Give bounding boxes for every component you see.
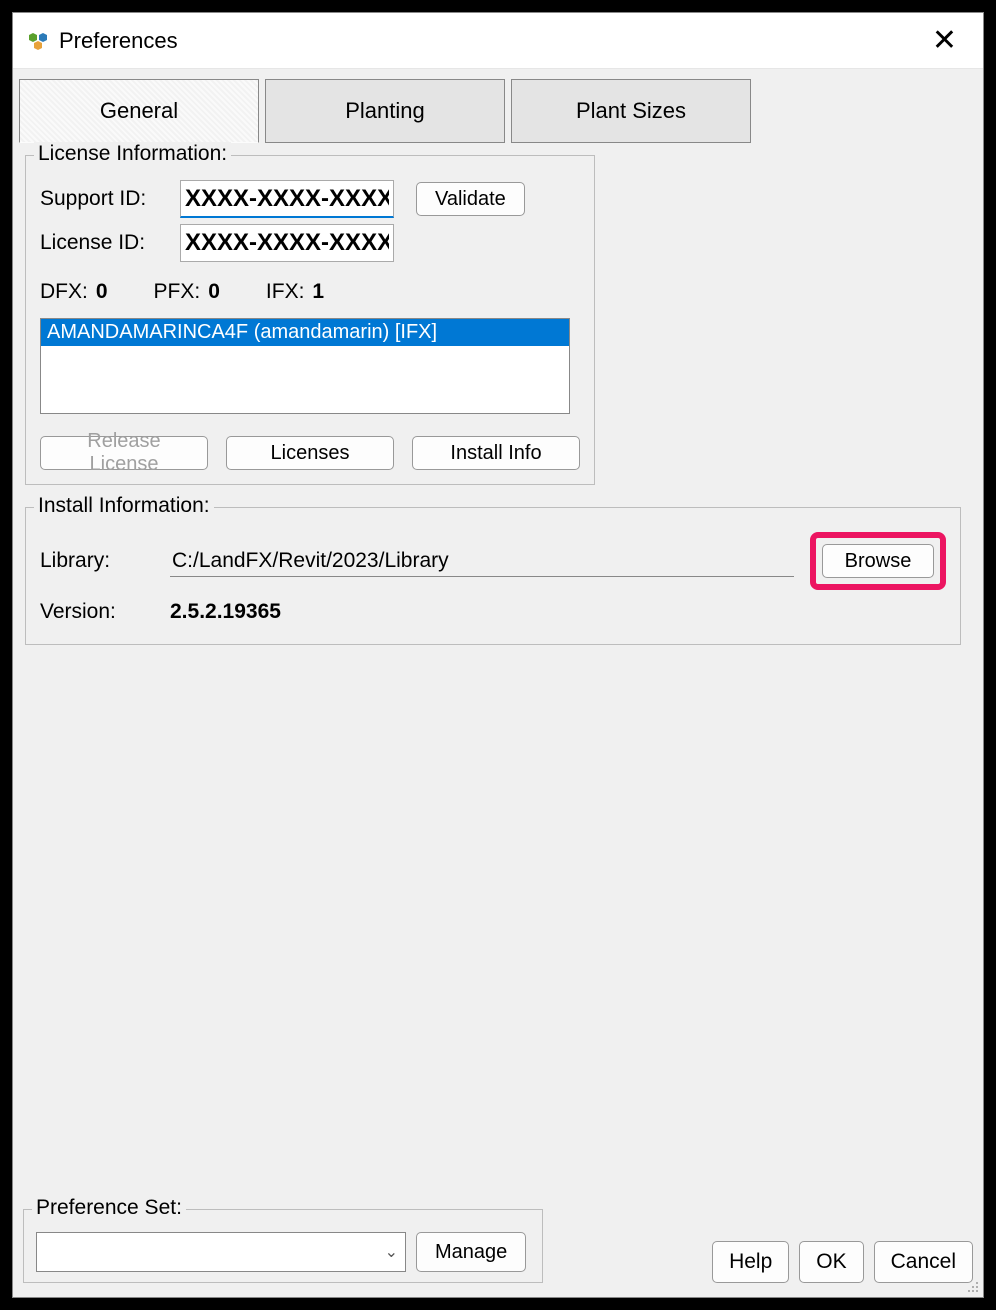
version-label: Version: [40,600,170,624]
resize-grip-icon[interactable] [965,1279,981,1295]
dfx-label: DFX: [40,280,88,303]
window-title: Preferences [59,28,178,54]
library-label: Library: [40,549,170,573]
preference-set-group: Preference Set: ⌄ Manage [23,1209,543,1283]
install-legend: Install Information: [34,494,214,518]
pfx-label: PFX: [154,280,201,303]
tab-general[interactable]: General [19,79,259,143]
preference-set-legend: Preference Set: [32,1196,186,1220]
install-info-button[interactable]: Install Info [412,436,580,470]
support-id-input[interactable] [180,180,394,218]
support-id-label: Support ID: [40,187,180,211]
preferences-window: Preferences ✕ General Planting Plant Siz… [12,12,984,1298]
tab-content: License Information: Support ID: Validat… [13,143,983,645]
license-id-input[interactable] [180,224,394,262]
library-path-input[interactable] [170,545,794,577]
manage-button[interactable]: Manage [416,1232,526,1272]
browse-highlight: Browse [810,532,946,590]
validate-button[interactable]: Validate [416,182,525,216]
help-button[interactable]: Help [712,1241,789,1283]
version-value: 2.5.2.19365 [170,600,281,624]
list-item[interactable]: AMANDAMARINCA4F (amandamarin) [IFX] [41,319,569,346]
tab-planting[interactable]: Planting [265,79,505,143]
bottom-bar: Preference Set: ⌄ Manage Help OK Cancel [23,1209,973,1283]
titlebar: Preferences ✕ [13,13,983,69]
dfx-value: 0 [96,280,108,303]
licenses-button[interactable]: Licenses [226,436,394,470]
browse-button[interactable]: Browse [822,544,934,578]
license-legend: License Information: [34,142,231,166]
close-icon[interactable]: ✕ [920,19,969,62]
ifx-label: IFX: [266,280,305,303]
release-license-button: Release License [40,436,208,470]
cancel-button[interactable]: Cancel [874,1241,973,1283]
ifx-value: 1 [312,280,324,303]
tab-strip: General Planting Plant Sizes [19,79,983,143]
app-icon [27,30,51,54]
preference-set-combo[interactable] [36,1232,406,1272]
license-info-group: License Information: Support ID: Validat… [25,155,595,485]
license-usage-list[interactable]: AMANDAMARINCA4F (amandamarin) [IFX] [40,318,570,414]
pfx-value: 0 [208,280,220,303]
ok-button[interactable]: OK [799,1241,863,1283]
tab-plant-sizes[interactable]: Plant Sizes [511,79,751,143]
license-id-label: License ID: [40,231,180,255]
install-info-group: Install Information: Library: Browse Ver… [25,507,961,645]
